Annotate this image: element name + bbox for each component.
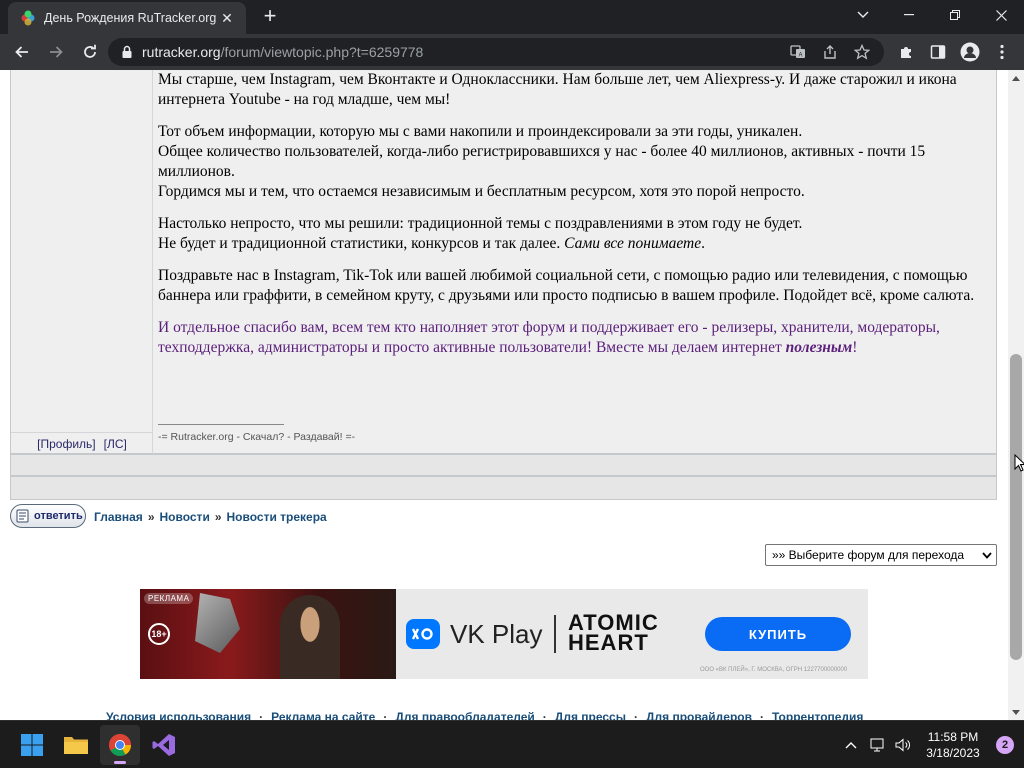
tab-strip: День Рождения RuTracker.org - ✕ + [0, 0, 1024, 34]
topic-footer-bar [10, 476, 997, 500]
italic-phrase: Сами все понимаете [564, 235, 702, 252]
clock[interactable]: 11:58 PM 3/18/2023 [916, 729, 990, 761]
scroll-down-arrow-icon[interactable] [1008, 704, 1024, 720]
reply-icon [16, 509, 29, 523]
svg-text:A: A [799, 53, 803, 59]
side-panel-icon[interactable] [922, 34, 954, 70]
back-arrow-icon [15, 46, 28, 58]
system-tray: 11:58 PM 3/18/2023 2 [838, 721, 1024, 768]
taskbar-file-explorer[interactable] [56, 725, 96, 765]
minimize-button[interactable] [886, 0, 932, 30]
page-scrollbar[interactable] [1008, 70, 1024, 720]
clock-time: 11:58 PM [927, 730, 979, 744]
notification-badge[interactable]: 2 [996, 736, 1014, 754]
browser-tab-active[interactable]: День Рождения RuTracker.org - ✕ [8, 2, 246, 34]
forward-arrow-icon [50, 46, 63, 58]
address-bar[interactable]: rutracker.org/forum/viewtopic.php?t=6259… [108, 38, 884, 66]
character-image [280, 595, 340, 679]
post-paragraph: Настолько непросто, что мы решили: тради… [158, 215, 803, 252]
breadcrumb-home[interactable]: Главная [94, 510, 143, 524]
chrome-menu-icon[interactable] [986, 34, 1018, 70]
start-button[interactable] [12, 725, 52, 765]
ad-legal-text: ООО «ВК ПЛЕЙ», Г. МОСКВА, ОГРН 122770000… [700, 667, 848, 673]
windows-logo-icon [21, 734, 43, 756]
footer-link-copyright[interactable]: Для правообладателей [395, 710, 534, 720]
footer-link-press[interactable]: Для прессы [555, 710, 626, 720]
post-author-column: [Профиль] [ЛС] [11, 70, 153, 454]
ad-banner[interactable]: РЕКЛАМА 18+ VK Play ATOMIC HEART КУПИТЬ … [140, 589, 868, 679]
profile-avatar-icon[interactable] [954, 34, 986, 70]
chevron-up-icon[interactable] [838, 725, 864, 765]
post-table: [Профиль] [ЛС] Мы старше, чем Instagram,… [10, 70, 997, 454]
translate-icon[interactable]: A [784, 38, 812, 66]
breadcrumb-tracker-news[interactable]: Новости трекера [227, 510, 327, 524]
private-message-link[interactable]: [ЛС] [104, 437, 127, 451]
ad-divider [554, 615, 556, 653]
tab-search-icon[interactable] [840, 0, 886, 30]
post-footer-row [10, 454, 997, 476]
close-window-button[interactable] [978, 0, 1024, 30]
url-text[interactable]: rutracker.org/forum/viewtopic.php?t=6259… [142, 44, 423, 60]
reply-button[interactable]: ответить [10, 504, 86, 528]
signature-divider [158, 424, 284, 425]
post-paragraph: Тот объем информации, которую мы с вами … [158, 123, 926, 200]
browser-toolbar: rutracker.org/forum/viewtopic.php?t=6259… [0, 34, 1024, 70]
ad-artwork: РЕКЛАМА 18+ [140, 589, 396, 679]
robot-arm-image [195, 593, 240, 653]
back-button[interactable] [5, 35, 39, 69]
footer-link-providers[interactable]: Для провайдеров [646, 710, 752, 720]
network-icon[interactable] [864, 725, 890, 765]
clock-date: 3/18/2023 [926, 746, 980, 760]
post-paragraph: Поздравьте нас в Instagram, Tik-Tok или … [158, 267, 975, 304]
footer-links: Условия использования · Реклама на сайте · Д… [106, 710, 863, 720]
chevron-down-icon [978, 548, 996, 562]
page-viewport: [Профиль] [ЛС] Мы старше, чем Instagram,… [0, 70, 1008, 720]
breadcrumb: Главная» Новости» Новости трекера [94, 510, 327, 524]
post-body: Мы старше, чем Instagram, чем Вконтакте … [158, 70, 990, 370]
ad-label: РЕКЛАМА [144, 593, 194, 604]
share-icon[interactable] [816, 38, 844, 66]
restore-button[interactable] [932, 0, 978, 30]
new-tab-button[interactable]: + [256, 5, 284, 28]
mouse-cursor-icon [1014, 454, 1024, 472]
breadcrumb-news[interactable]: Новости [160, 510, 210, 524]
scrollbar-thumb[interactable] [1010, 354, 1022, 660]
volume-icon[interactable] [890, 725, 916, 765]
reload-icon [84, 44, 96, 58]
forum-jump-selected: »» Выберите форум для перехода [772, 548, 965, 562]
age-rating-badge: 18+ [148, 623, 170, 645]
footer-link-torrentopedia[interactable]: Торрентопедия [772, 710, 863, 720]
folder-icon [64, 737, 88, 754]
profile-link[interactable]: [Профиль] [37, 437, 95, 451]
post-signature: -= Rutracker.org - Скачал? - Раздавай! =… [158, 431, 356, 443]
thanks-paragraph: И отдельное спасибо вам, всем тем кто на… [158, 319, 940, 356]
forum-jump-select[interactable]: »» Выберите форум для перехода [765, 544, 997, 566]
extensions-icon[interactable] [890, 34, 922, 70]
post-paragraph: Мы старше, чем Instagram, чем Вконтакте … [158, 71, 957, 108]
vk-play-logo-icon [406, 619, 440, 649]
atomic-heart-logo: ATOMIC HEART [568, 610, 659, 655]
footer-link-terms[interactable]: Условия использования [106, 710, 251, 720]
windows-taskbar: 11:58 PM 3/18/2023 2 [0, 720, 1024, 768]
rutracker-favicon-icon [21, 10, 35, 26]
profile-links: [Профиль] [ЛС] [11, 432, 153, 454]
bookmark-star-icon[interactable] [848, 38, 876, 66]
chrome-icon [109, 734, 131, 756]
buy-button[interactable]: КУПИТЬ [705, 617, 851, 651]
tab-title: День Рождения RuTracker.org - [44, 11, 218, 25]
tab-close-icon[interactable]: ✕ [218, 10, 236, 27]
reply-label: ответить [34, 510, 83, 522]
footer-link-advertising[interactable]: Реклама на сайте [271, 710, 375, 720]
taskbar-visual-studio[interactable] [144, 725, 184, 765]
forward-button[interactable] [39, 35, 73, 69]
vk-play-text: VK Play [450, 619, 543, 649]
taskbar-chrome[interactable] [100, 725, 140, 765]
lock-icon[interactable] [120, 45, 134, 59]
reload-button[interactable] [73, 35, 107, 69]
scroll-up-arrow-icon[interactable] [1008, 70, 1024, 86]
visual-studio-icon [152, 734, 175, 756]
emphasis-word: полезным [785, 339, 853, 356]
